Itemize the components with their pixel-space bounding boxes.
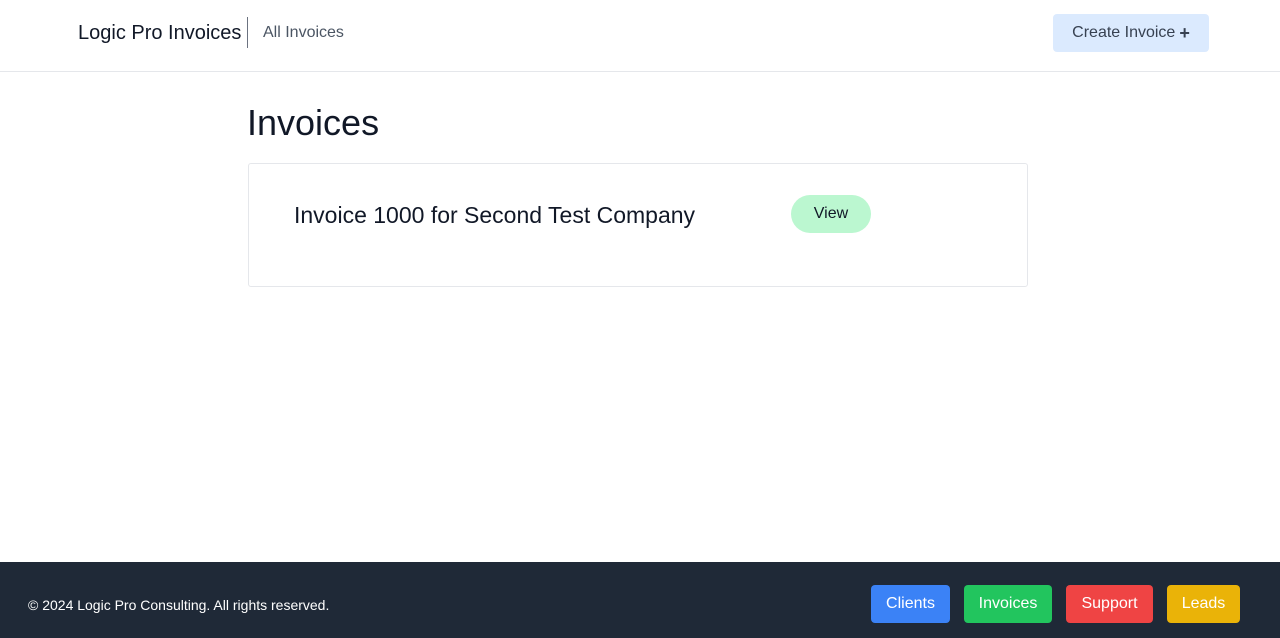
copyright-text: © 2024 Logic Pro Consulting. All rights … [28, 597, 330, 613]
invoices-button[interactable]: Invoices [964, 585, 1052, 623]
page-title: Invoices [247, 102, 380, 143]
view-invoice-button[interactable]: View [791, 195, 871, 233]
plus-icon: + [1179, 23, 1190, 43]
header-divider [247, 17, 248, 48]
create-invoice-label: Create Invoice [1072, 24, 1176, 41]
clients-button[interactable]: Clients [871, 585, 950, 623]
invoice-title: Invoice 1000 for Second Test Company [294, 202, 696, 228]
brand-title[interactable]: Logic Pro Invoices [78, 20, 241, 46]
create-invoice-button[interactable]: Create Invoice + [1053, 14, 1209, 52]
all-invoices-link[interactable]: All Invoices [263, 23, 344, 43]
top-header: Logic Pro Invoices All Invoices Create I… [0, 0, 1280, 72]
support-button[interactable]: Support [1066, 585, 1153, 623]
invoice-card: Invoice 1000 for Second Test Company Vie… [248, 163, 1028, 287]
leads-button[interactable]: Leads [1167, 585, 1240, 623]
footer: © 2024 Logic Pro Consulting. All rights … [0, 562, 1280, 638]
